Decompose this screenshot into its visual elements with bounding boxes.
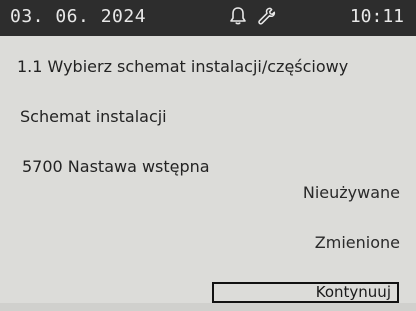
preset-parameter-label: 5700 Nastawa wstępna <box>22 157 210 176</box>
status-time: 10:11 <box>349 6 404 27</box>
wrench-icon <box>256 6 276 30</box>
page-title: 1.1 Wybierz schemat instalacji/częściowy <box>17 57 349 76</box>
status-icons <box>228 7 276 29</box>
option-changed[interactable]: Zmienione <box>315 233 400 252</box>
bell-icon <box>228 6 248 30</box>
device-screen: 03. 06. 2024 10:11 1.1 Wybierz schemat i… <box>0 0 416 311</box>
status-date: 03. 06. 2024 <box>10 6 147 27</box>
status-bar: 03. 06. 2024 10:11 <box>0 0 416 36</box>
continue-button[interactable]: Kontynuuj <box>212 282 399 303</box>
option-unused[interactable]: Nieużywane <box>303 183 400 202</box>
installation-schema-item[interactable]: Schemat instalacji <box>20 107 167 126</box>
screen-bottom-edge <box>0 303 416 311</box>
